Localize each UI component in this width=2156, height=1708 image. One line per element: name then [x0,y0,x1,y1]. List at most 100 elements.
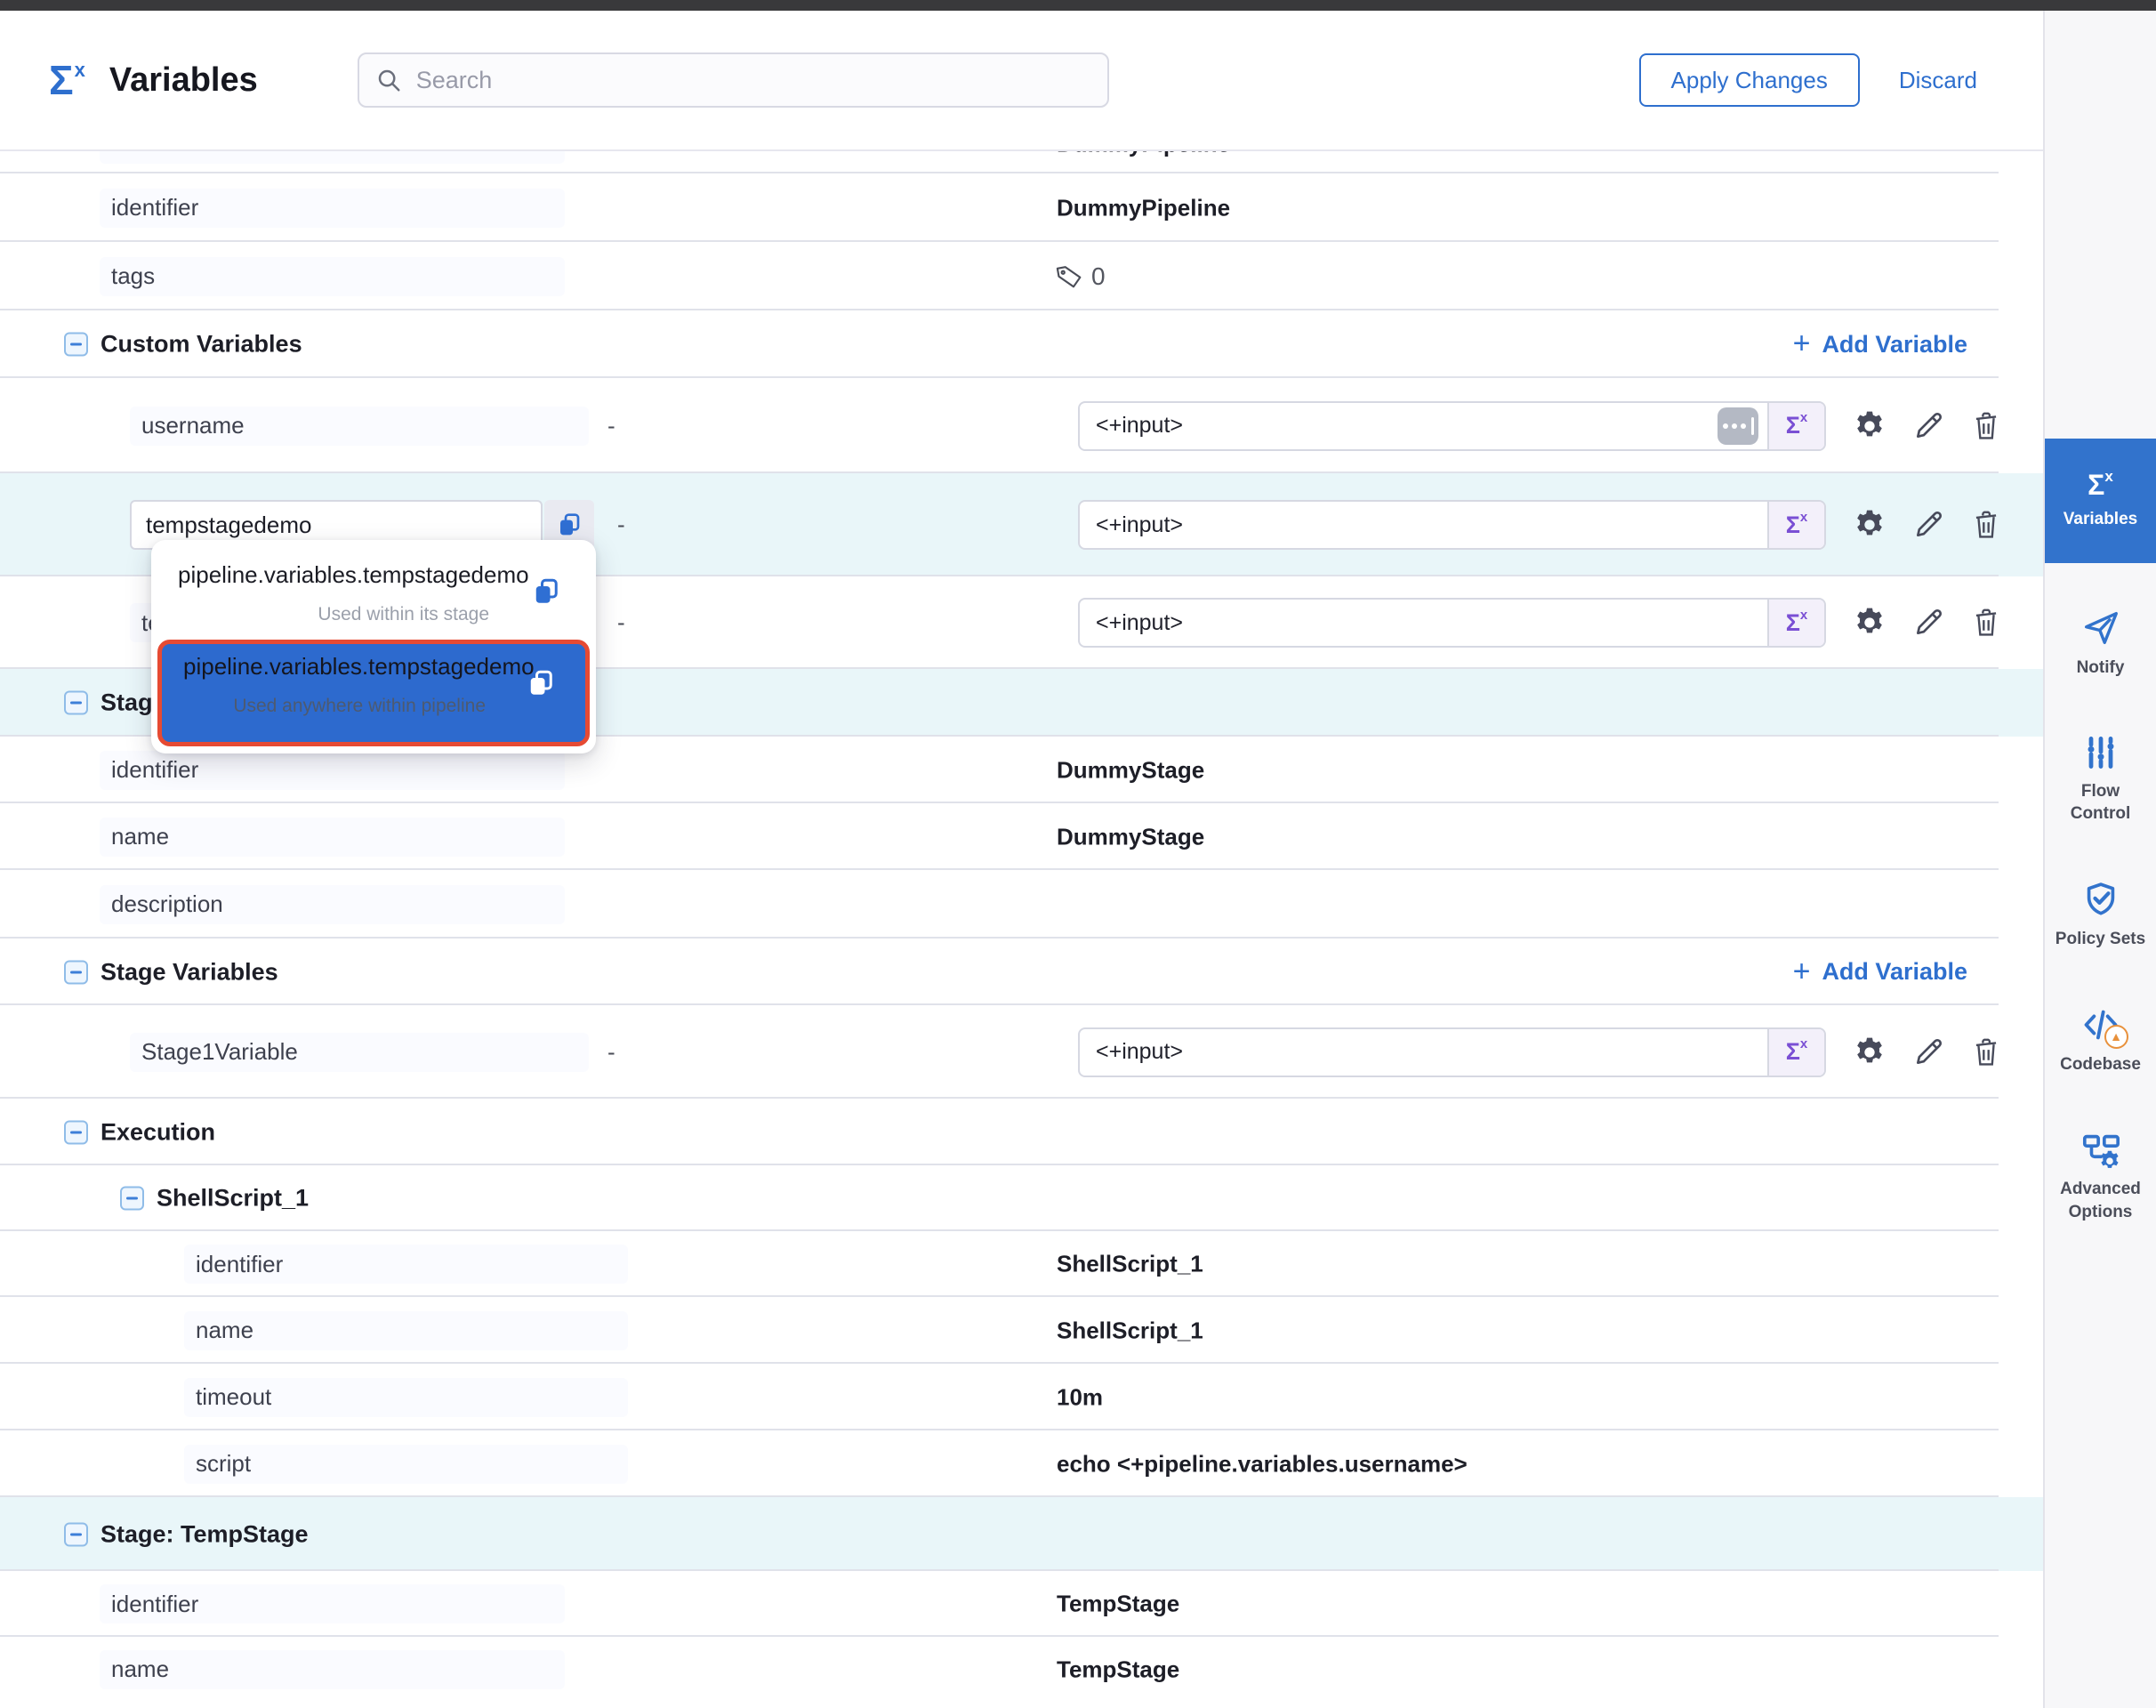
row-label-box: identifier [184,1245,628,1284]
plus-icon: + [1793,328,1811,359]
copy-icon[interactable] [525,667,557,704]
discard-button[interactable]: Discard [1899,67,1977,94]
delete-trash-icon[interactable] [1969,1035,2003,1069]
settings-gear-icon[interactable] [1852,408,1887,444]
dropdown-option-pipeline-scope-selected[interactable]: pipeline.variables.tempstagedemo Used an… [157,640,590,746]
row-value: echo <+pipeline.variables.username> [1057,1450,1468,1478]
table-row: name ShellScript_1 [0,1297,2043,1364]
sidebar-item-policy-sets[interactable]: Policy Sets [2052,879,2150,951]
row-label-box: identifier [100,189,565,228]
section-title: Stage: TempStage [101,1520,309,1548]
window-top-bar [0,0,2156,11]
row-value: DummyStage [1057,823,1204,850]
variable-value-input[interactable]: <+input> Σx [1078,598,1826,648]
plus-icon: + [1793,956,1811,987]
section-title: Execution [101,1118,215,1146]
variable-value-input[interactable]: <+input> Σx [1078,401,1826,451]
collapse-icon[interactable] [64,1522,88,1546]
table-row: identifier ShellScript_1 [0,1231,2043,1297]
section-row-shellscript: ShellScript_1 [0,1165,2043,1231]
sigma-logo-icon: Σx [49,60,84,101]
sliders-icon [2081,733,2120,772]
collapse-icon[interactable] [64,960,88,984]
variable-type-dash: - [617,609,625,637]
table-row: tags 0 [0,242,2043,310]
tag-icon [1052,260,1085,293]
delete-trash-icon[interactable] [1969,409,2003,443]
collapse-icon[interactable] [64,1120,88,1144]
settings-gear-icon[interactable] [1852,605,1887,640]
row-value: TempStage [1057,1591,1179,1618]
variable-type-dash: - [617,512,625,539]
delete-trash-icon[interactable] [1969,606,2003,640]
copy-icon [555,511,583,539]
table-row: description [0,870,2043,939]
section-title: Stage Variables [101,958,278,986]
sidebar-item-flow-control[interactable]: Flow Control [2052,733,2150,826]
paper-plane-icon [2080,608,2121,649]
variable-name-box[interactable]: Stage1Variable [130,1033,589,1072]
variable-path-dropdown: pipeline.variables.tempstagedemo Used wi… [151,540,596,753]
row-label-box: name [100,818,565,857]
row-label-box: name [100,1650,565,1689]
table-row: timeout 10m [0,1364,2043,1430]
search-input[interactable] [414,66,1091,95]
expression-toggle-button[interactable]: Σx [1767,403,1824,449]
row-value: DummyPipeline [1057,194,1230,222]
sidebar-item-variables[interactable]: Σx Variables [2045,439,2156,563]
panel-header: Σx Variables Apply Changes Discard [0,11,2043,151]
row-value: ShellScript_1 [1057,1317,1203,1344]
collapse-icon[interactable] [64,691,88,715]
row-value: 10m [1057,1383,1103,1411]
variables-table: DummyPipeline identifier DummyPipeline t… [0,151,2043,1702]
row-value: ShellScript_1 [1057,1251,1203,1278]
flowchart-gear-icon [2080,1129,2121,1170]
row-label-box: timeout [184,1378,628,1417]
table-row: identifier TempStage [0,1571,2043,1637]
section-title: Custom Variables [101,331,302,359]
search-box[interactable] [358,52,1109,108]
row-label-box: name [184,1311,628,1350]
row-label-box: tags [100,257,565,296]
settings-gear-icon[interactable] [1852,507,1887,543]
edit-pencil-icon[interactable] [1911,507,1946,543]
sidebar-item-advanced-options[interactable]: Advanced Options [2052,1129,2150,1223]
table-row-clipped: DummyPipeline [0,151,2043,173]
edit-pencil-icon[interactable] [1911,1035,1946,1070]
expression-toggle-button[interactable]: Σx [1767,1029,1824,1076]
collapse-icon[interactable] [64,333,88,357]
row-value: TempStage [1057,1656,1179,1683]
variable-type-dash: - [607,412,615,439]
collapse-icon[interactable] [120,1187,144,1211]
variable-value-input[interactable]: <+input> Σx [1078,1027,1826,1077]
add-variable-button[interactable]: + Add Variable [1793,329,1967,359]
add-variable-button[interactable]: + Add Variable [1793,957,1967,987]
variable-name-box[interactable]: username [130,407,589,446]
settings-gear-icon[interactable] [1852,1035,1887,1070]
section-row-stage-tempstage: Stage: TempStage [0,1497,2043,1571]
overflow-dots-badge[interactable] [1718,407,1758,445]
edit-pencil-icon[interactable] [1911,408,1946,444]
expression-toggle-button[interactable]: Σx [1767,600,1824,646]
search-icon [375,67,402,93]
page-title: Variables [109,61,258,100]
table-row: name DummyStage [0,803,2043,870]
edit-pencil-icon[interactable] [1911,605,1946,640]
right-rail: Σx Variables Notify Flow Control Policy … [2043,11,2156,1708]
section-title: ShellScript_1 [157,1185,309,1213]
section-row-stage-variables: Stage Variables + Add Variable [0,939,2043,1005]
apply-changes-button[interactable]: Apply Changes [1639,53,1860,107]
copy-icon[interactable] [530,576,562,612]
table-row: name TempStage [0,1637,2043,1702]
variable-value-input[interactable]: <+input> Σx [1078,500,1826,550]
sidebar-item-notify[interactable]: Notify [2052,608,2150,680]
expression-toggle-button[interactable]: Σx [1767,502,1824,548]
variable-type-dash: - [607,1038,615,1066]
tag-count: 0 [1091,262,1106,291]
dropdown-option-stage-scope[interactable]: pipeline.variables.tempstagedemo Used wi… [151,549,596,638]
row-value: DummyPipeline [1057,151,1230,158]
sidebar-item-codebase[interactable]: ▲ Codebase [2052,1004,2150,1076]
row-value: DummyStage [1057,756,1204,784]
delete-trash-icon[interactable] [1969,508,2003,542]
row-label-box: identifier [100,1584,565,1623]
